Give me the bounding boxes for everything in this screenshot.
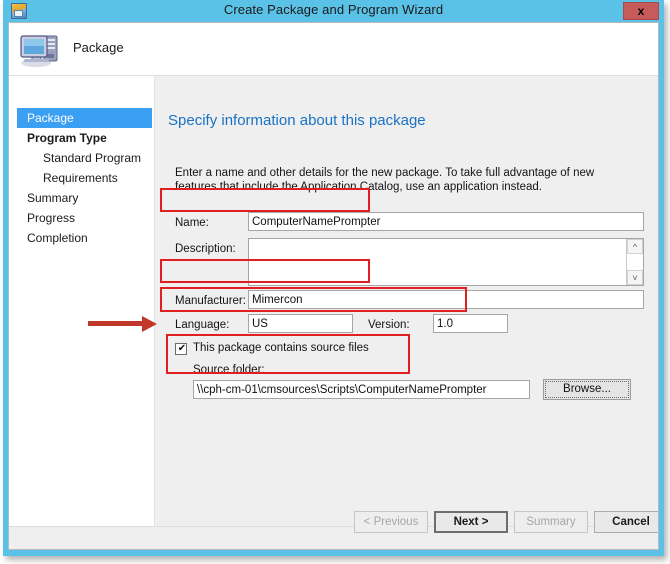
name-input[interactable] [248, 212, 644, 231]
language-input[interactable] [248, 314, 353, 333]
next-button[interactable]: Next > [434, 511, 508, 533]
sidebar-item-package[interactable]: Package [17, 108, 152, 128]
source-folder-label: Source folder: [193, 364, 265, 376]
description-textarea[interactable] [248, 238, 644, 286]
cancel-button[interactable]: Cancel [594, 511, 658, 533]
wizard-footer: < Previous Next > Summary Cancel [9, 511, 658, 549]
close-button[interactable]: x [623, 2, 659, 20]
screenshot-root: Create Package and Program Wizard x Pack… [0, 0, 670, 564]
sidebar-item-standard-program[interactable]: Standard Program [9, 148, 154, 168]
sidebar-item-program-type[interactable]: Program Type [9, 128, 154, 148]
title-bar: Create Package and Program Wizard x [3, 0, 664, 22]
sidebar-item-progress[interactable]: Progress [9, 208, 154, 228]
source-folder-input[interactable] [193, 380, 530, 399]
version-input[interactable] [433, 314, 508, 333]
window-title: Create Package and Program Wizard [223, 2, 444, 17]
header-title: Package [73, 40, 124, 55]
chevron-up-icon[interactable]: ^ [627, 239, 643, 254]
wizard-header: Package [9, 23, 658, 76]
source-files-checkbox[interactable] [175, 342, 188, 355]
manufacturer-label: Manufacturer: [175, 295, 246, 307]
description-scrollbar[interactable]: ^ ˅ [626, 239, 643, 285]
wizard-step-list: Package Program Type Standard Program Re… [9, 76, 155, 549]
chevron-down-icon[interactable]: ˅ [627, 270, 643, 285]
browse-button[interactable]: Browse... [543, 379, 631, 400]
version-label: Version: [368, 319, 410, 331]
sidebar-item-summary[interactable]: Summary [9, 188, 154, 208]
description-label: Description: [175, 243, 236, 255]
sidebar-item-completion[interactable]: Completion [9, 228, 154, 248]
sidebar-item-requirements[interactable]: Requirements [9, 168, 154, 188]
name-label: Name: [175, 217, 209, 229]
previous-button: < Previous [354, 511, 428, 533]
wizard-window: Create Package and Program Wizard x Pack… [3, 0, 664, 556]
source-files-checkbox-label[interactable]: This package contains source files [193, 342, 369, 354]
package-form: Name: Description: ^ ˅ Manufacturer: Lan… [155, 76, 658, 549]
computer-icon [20, 35, 58, 67]
wizard-content-pane: Specify information about this package E… [155, 76, 658, 549]
language-label: Language: [175, 319, 230, 331]
summary-button: Summary [514, 511, 588, 533]
window-client-area: Package Package Program Type Standard Pr… [8, 22, 659, 550]
manufacturer-input[interactable] [248, 290, 644, 309]
